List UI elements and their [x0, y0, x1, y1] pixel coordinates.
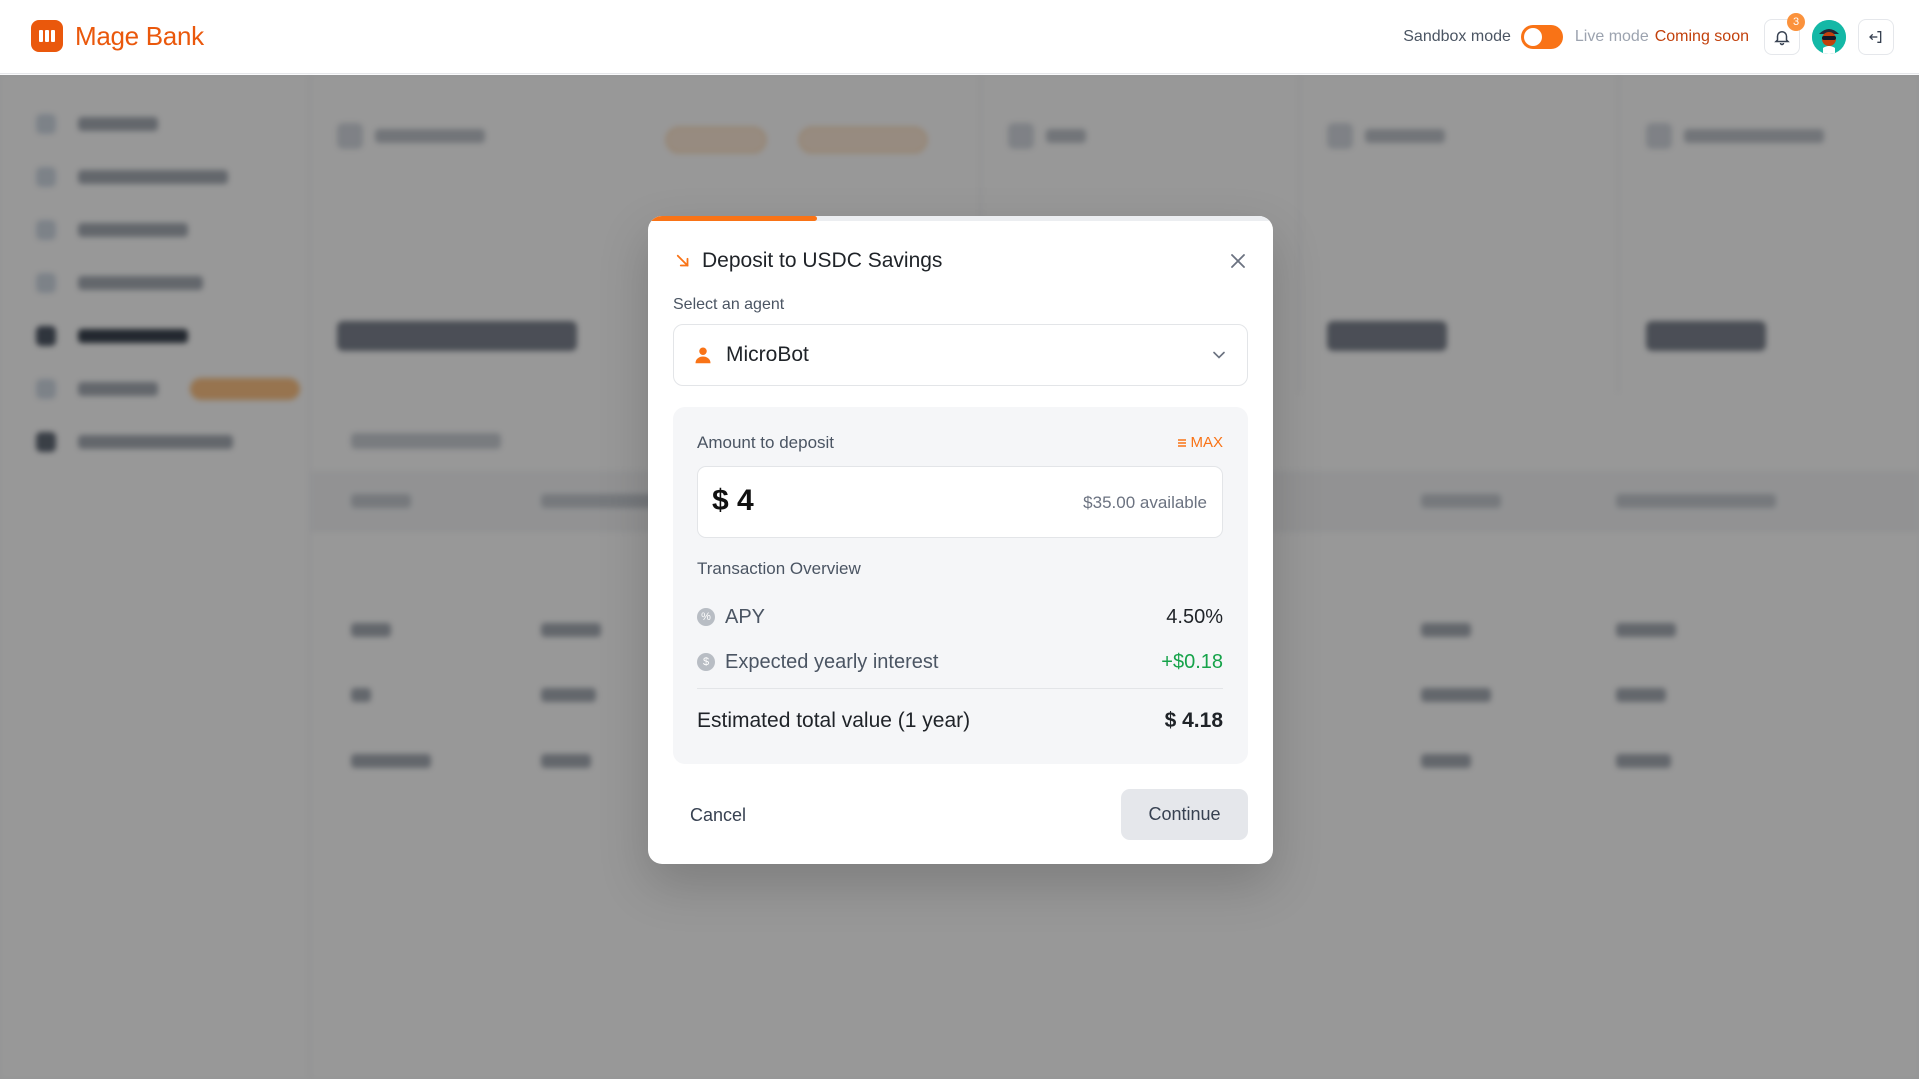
- amount-value: $ 4: [712, 484, 754, 517]
- apy-value: 4.50%: [1166, 605, 1223, 628]
- step-progress-fill: [648, 216, 817, 221]
- available-balance: $35.00 available: [1083, 493, 1207, 512]
- total-value: $ 4.18: [1164, 709, 1223, 732]
- close-icon: [1231, 254, 1245, 268]
- deposit-panel: Amount to deposit MAX $ 4 $35.00 availab…: [673, 407, 1248, 764]
- chevron-down-icon: [1213, 351, 1225, 359]
- apy-row: % APY 4.50%: [697, 603, 1223, 631]
- live-mode-label: Live mode: [1574, 28, 1649, 45]
- divider: [697, 688, 1223, 689]
- deposit-modal: Deposit to USDC Savings Select an agent …: [648, 216, 1273, 864]
- transaction-overview-label: Transaction Overview: [697, 559, 861, 578]
- amount-input[interactable]: $ 4 $35.00 available: [697, 466, 1223, 538]
- app-name: Mage Bank: [75, 20, 204, 51]
- mage-bank-logo-icon: [31, 20, 63, 52]
- total-row: Estimated total value (1 year) $ 4.18: [697, 709, 1223, 733]
- close-button[interactable]: [1227, 250, 1249, 272]
- max-label: MAX: [1190, 434, 1223, 451]
- dollar-coin-icon: $: [697, 653, 715, 671]
- apy-label: APY: [725, 605, 766, 628]
- notification-count-badge: 3: [1787, 13, 1805, 31]
- notifications-button[interactable]: 3: [1764, 13, 1805, 55]
- selected-agent: MicroBot: [726, 343, 809, 366]
- continue-button[interactable]: Continue: [1121, 789, 1248, 840]
- percent-icon: %: [697, 608, 715, 626]
- max-button[interactable]: MAX: [1177, 434, 1223, 451]
- avatar-face-icon: [1812, 20, 1846, 54]
- top-right-controls: Sandbox mode Live mode Coming soon 3: [1403, 13, 1894, 55]
- deposit-arrow-icon: [676, 254, 689, 267]
- toggle-knob: [1523, 28, 1542, 46]
- agent-select[interactable]: MicroBot: [673, 324, 1248, 386]
- mode-toggle[interactable]: [1520, 25, 1563, 49]
- total-label: Estimated total value (1 year): [697, 709, 971, 732]
- logo[interactable]: Mage Bank: [31, 20, 204, 52]
- sandbox-mode-label: Sandbox mode: [1403, 28, 1511, 45]
- modal-header: Deposit to USDC Savings: [674, 249, 942, 273]
- bell-icon: [1774, 31, 1790, 46]
- step-progress-bar: [648, 216, 1273, 221]
- top-bar: Mage Bank Sandbox mode Live mode Coming …: [0, 0, 1919, 74]
- logout-icon: [1869, 31, 1882, 43]
- max-list-icon: [1178, 438, 1187, 447]
- coming-soon-label: Coming soon: [1654, 28, 1749, 45]
- avatar[interactable]: [1812, 20, 1846, 54]
- amount-label: Amount to deposit: [697, 433, 835, 452]
- interest-label: Expected yearly interest: [725, 650, 939, 673]
- interest-row: $ Expected yearly interest +$0.18: [697, 648, 1223, 676]
- cancel-button[interactable]: Cancel: [690, 805, 746, 826]
- interest-value: +$0.18: [1161, 650, 1223, 673]
- select-agent-label: Select an agent: [673, 296, 785, 313]
- logout-button[interactable]: [1858, 19, 1894, 55]
- user-icon: [695, 347, 711, 364]
- modal-title: Deposit to USDC Savings: [702, 249, 943, 272]
